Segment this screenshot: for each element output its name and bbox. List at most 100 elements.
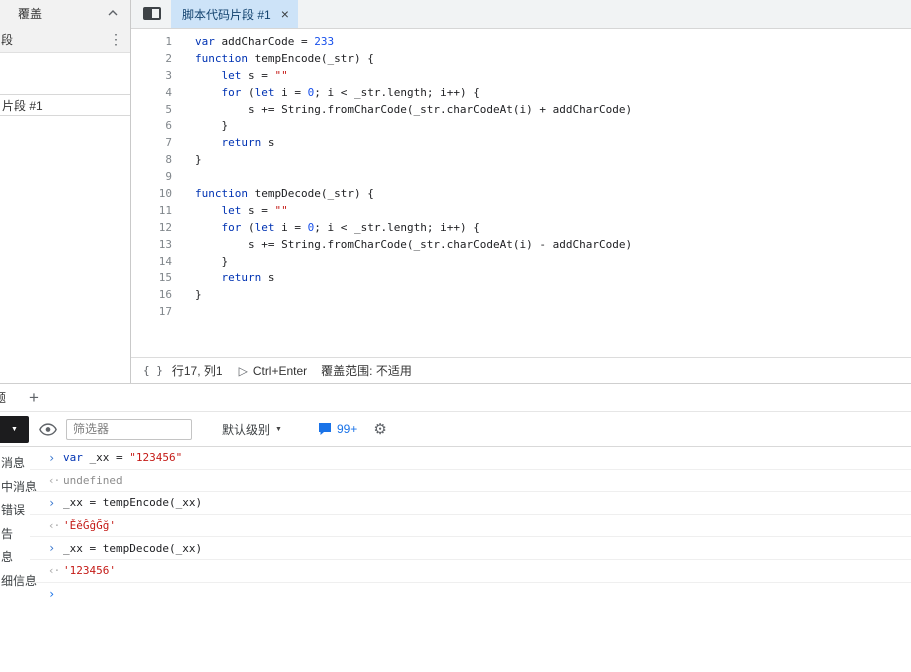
devtools-window: 覆盖 段 ⋮ 片段 #1 脚本代码片段 #1 × 1 var addCharCo… [0, 0, 911, 672]
code-line[interactable]: 12 for (let i = 0; i < _str.length; i++)… [131, 220, 911, 237]
code-token: i = [274, 220, 308, 234]
code-line[interactable]: 1 var addCharCode = 233 [131, 34, 911, 51]
settings-gear-icon[interactable]: ⚙ [373, 420, 386, 438]
line-number: 10 [158, 187, 172, 201]
console-input-row[interactable]: › _xx = tempEncode(_xx) [30, 492, 911, 515]
code-line[interactable]: 2 function tempEncode(_str) { [131, 51, 911, 68]
issues-badge[interactable]: 99+ [318, 422, 357, 436]
editor-tab-snippet[interactable]: 脚本代码片段 #1 × [171, 0, 298, 28]
code-line[interactable]: 13 s += String.fromCharCode(_str.charCod… [131, 237, 911, 254]
console-row-text: var _xx = "123456" [63, 451, 182, 464]
code-line[interactable]: 3 let s = "" [131, 68, 911, 85]
filter-input[interactable] [66, 418, 192, 440]
code-token: "" [274, 68, 288, 82]
code-token: ; i < _str.length; i++) { [314, 85, 480, 99]
code-line[interactable]: 9 [131, 169, 911, 186]
result-marker-icon: ‹· [48, 473, 60, 487]
code-line[interactable]: 5 s += String.fromCharCode(_str.charCode… [131, 102, 911, 119]
line-number: 14 [158, 254, 172, 268]
line-number: 8 [165, 153, 172, 167]
code-token: for [221, 85, 242, 99]
code-line-content: return s [172, 135, 275, 152]
console-input-row[interactable]: › var _xx = "123456" [30, 447, 911, 470]
code-line[interactable]: 6 } [131, 118, 911, 135]
console-sidebar-item[interactable]: 细信息 [0, 570, 37, 594]
console-input-row[interactable]: › _xx = tempDecode(_xx) [30, 537, 911, 560]
navigator-pane: 覆盖 段 ⋮ 片段 #1 [0, 0, 131, 383]
code-line[interactable]: 11 let s = "" [131, 203, 911, 220]
line-number: 11 [158, 203, 172, 217]
editor-pane: 脚本代码片段 #1 × 1 var addCharCode = 233 2 funct… [131, 0, 911, 383]
console-output-row[interactable]: ‹· 'ĚěĜĝĞğ' [30, 515, 911, 538]
code-token: "" [274, 203, 288, 217]
live-expression-eye-icon[interactable] [39, 422, 57, 436]
code-token: i = [274, 85, 308, 99]
prompt-chevron-icon: › [48, 586, 56, 601]
console-drawer: 题 + ▼ 默认级别 ▼ 99+ ⚙ 消息中消息错误告息细信息 › var _xx… [0, 383, 911, 672]
console-row-text: undefined [63, 474, 123, 487]
code-line[interactable]: 4 for (let i = 0; i < _str.length; i++) … [131, 85, 911, 102]
code-line[interactable]: 14 } [131, 254, 911, 271]
line-number: 7 [165, 136, 172, 150]
chevron-up-icon[interactable] [108, 10, 118, 16]
run-snippet-icon[interactable]: ▷ [239, 364, 248, 378]
line-number: 17 [158, 305, 172, 319]
code-line[interactable]: 15 return s [131, 270, 911, 287]
code-line-content: s += String.fromCharCode(_str.charCodeAt… [172, 237, 632, 254]
cursor-position: 行17, 列1 [171, 364, 223, 378]
close-tab-icon[interactable]: × [281, 7, 289, 21]
navigator-tab-snippets-partial[interactable]: 段 [1, 31, 13, 48]
log-level-dropdown[interactable]: 默认级别 ▼ [222, 421, 282, 438]
console-sidebar-item[interactable]: 消息 [0, 452, 30, 476]
code-line[interactable]: 8} [131, 152, 911, 169]
drawer-tab-partial[interactable]: 题 [0, 389, 6, 406]
code-line-content [172, 169, 195, 186]
toggle-navigator-icon[interactable] [143, 7, 161, 20]
console-sidebar: 消息 中消息 错误告息细信息 [0, 447, 37, 672]
code-token: let [221, 203, 242, 217]
run-shortcut: Ctrl+Enter [252, 363, 308, 378]
console-sidebar-item[interactable]: 告 [0, 523, 30, 547]
code-token: s [261, 271, 275, 285]
console-output-row[interactable]: ‹· '123456' [30, 560, 911, 583]
code-token: var [195, 35, 215, 48]
code-token: let [254, 85, 275, 99]
code-editor[interactable]: 1 var addCharCode = 233 2 function tempEnco… [131, 29, 911, 357]
code-line-content: let s = "" [172, 203, 288, 220]
console-output-row[interactable]: ‹· undefined [30, 470, 911, 493]
code-token: _xx = tempEncode(_xx) [63, 496, 203, 510]
code-token: return [221, 271, 262, 285]
console-row-text: _xx = tempDecode(_xx) [63, 542, 202, 555]
code-line[interactable]: 10 function tempDecode(_str) { [131, 186, 911, 203]
console-row-text: 'ĚěĜĝĞğ' [63, 519, 116, 532]
console-sidebar-item[interactable]: 错误 [0, 499, 30, 523]
code-line-content: } [172, 152, 202, 169]
line-number: 4 [165, 85, 172, 99]
snippet-list-item[interactable]: 片段 #1 [0, 94, 130, 116]
code-line[interactable]: 16} [131, 287, 911, 304]
console-prompt-row[interactable]: › [30, 583, 911, 606]
console-sidebar-item[interactable]: 息 [0, 546, 30, 570]
coverage-status: 覆盖范围: 不适用 [321, 364, 412, 378]
more-options-icon[interactable]: ⋮ [109, 31, 123, 48]
code-token: function [195, 187, 248, 201]
code-line[interactable]: 17 [131, 304, 911, 321]
code-token: s = [241, 203, 275, 217]
code-token: tempEncode(_str) { [247, 51, 374, 65]
code-line[interactable]: 7 return s [131, 135, 911, 152]
code-token: } [195, 119, 229, 133]
context-selector-dropdown[interactable]: ▼ [0, 415, 29, 443]
editor-statusbar: { } 行17, 列1 ▷ Ctrl+Enter 覆盖范围: 不适用 [131, 357, 911, 383]
console-body: 消息 中消息 错误告息细信息 › var _xx = "123456" ‹· undefi… [0, 447, 911, 672]
result-marker-icon: ‹· [48, 519, 60, 533]
console-sidebar-item[interactable]: 中消息 [0, 476, 37, 500]
code-token: let [221, 68, 242, 82]
code-token: function [195, 51, 248, 65]
navigator-tab-overrides[interactable]: 覆盖 [18, 5, 42, 22]
add-tool-icon[interactable]: + [29, 389, 39, 406]
result-marker-icon: ‹· [48, 564, 60, 578]
pretty-print-icon[interactable]: { } [143, 364, 163, 377]
code-token: undefined [63, 473, 123, 487]
